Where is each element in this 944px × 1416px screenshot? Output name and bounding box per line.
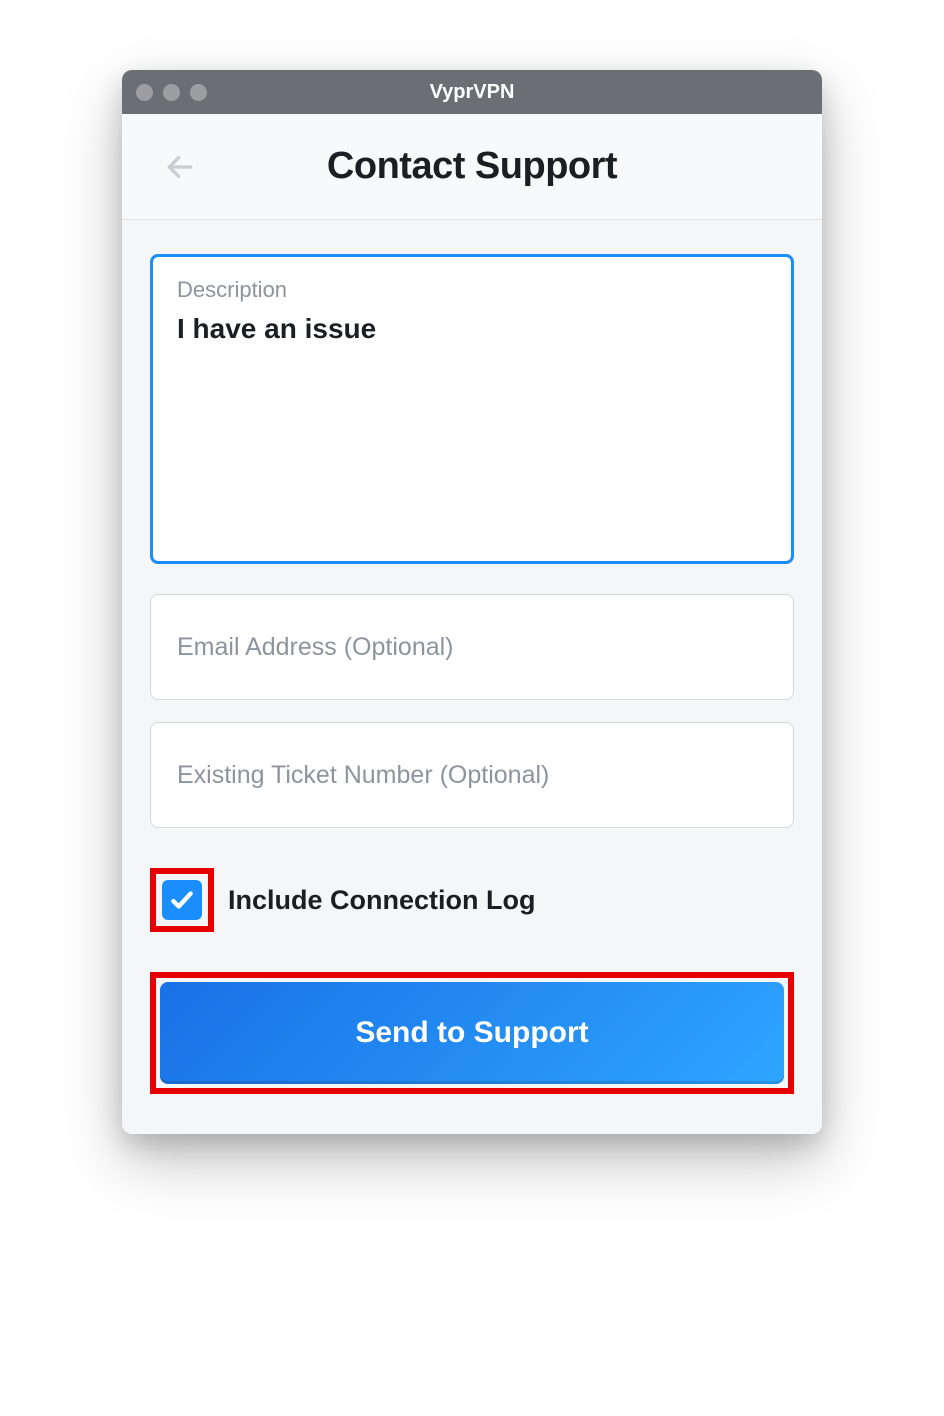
highlight-box — [150, 868, 214, 932]
window-title: VyprVPN — [122, 81, 822, 104]
back-button[interactable] — [158, 145, 202, 189]
email-field[interactable] — [150, 594, 794, 700]
highlight-box: Send to Support — [150, 972, 794, 1094]
description-label: Description — [177, 277, 767, 303]
check-icon — [169, 887, 195, 913]
include-log-checkbox[interactable] — [162, 880, 202, 920]
description-input[interactable]: I have an issue — [177, 313, 767, 345]
form-content: Description I have an issue Include Conn… — [122, 220, 822, 1134]
description-field[interactable]: Description I have an issue — [150, 254, 794, 564]
send-to-support-button[interactable]: Send to Support — [160, 982, 784, 1084]
titlebar: VyprVPN — [122, 70, 822, 114]
include-log-label: Include Connection Log — [228, 885, 535, 916]
app-window: VyprVPN Contact Support Description I ha… — [122, 70, 822, 1134]
arrow-left-icon — [164, 151, 196, 183]
ticket-number-field[interactable] — [150, 722, 794, 828]
include-log-row: Include Connection Log — [150, 868, 794, 932]
page-header: Contact Support — [122, 114, 822, 220]
page-title: Contact Support — [122, 145, 822, 188]
